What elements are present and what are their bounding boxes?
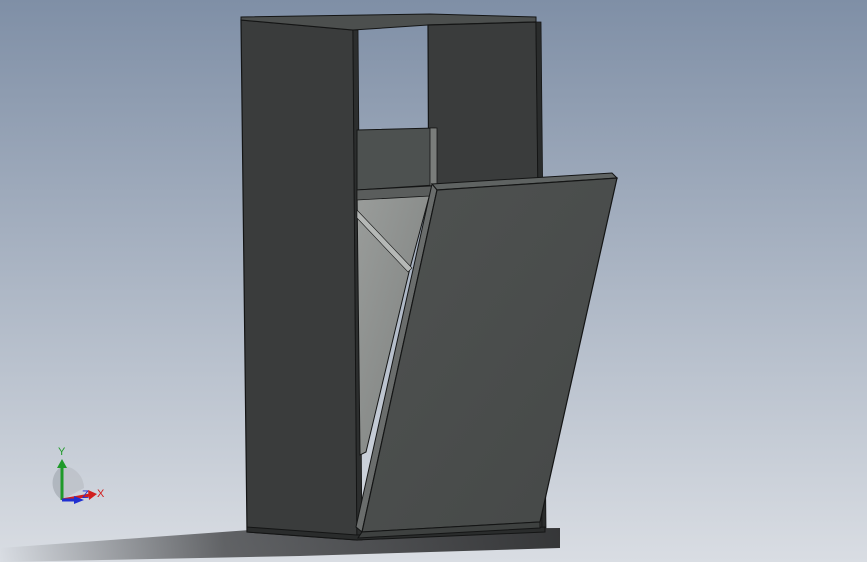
interior-back-edge xyxy=(429,127,438,187)
triad-z-label: Z xyxy=(82,489,89,501)
triad-x-label: X xyxy=(97,488,105,500)
interior-back-wall xyxy=(356,127,436,191)
model-canvas[interactable]: Y X Z xyxy=(0,0,867,562)
graphics-viewport[interactable]: Y X Z xyxy=(0,0,867,562)
triad-y-label: Y xyxy=(58,446,66,458)
left-side-panel[interactable] xyxy=(240,19,358,541)
